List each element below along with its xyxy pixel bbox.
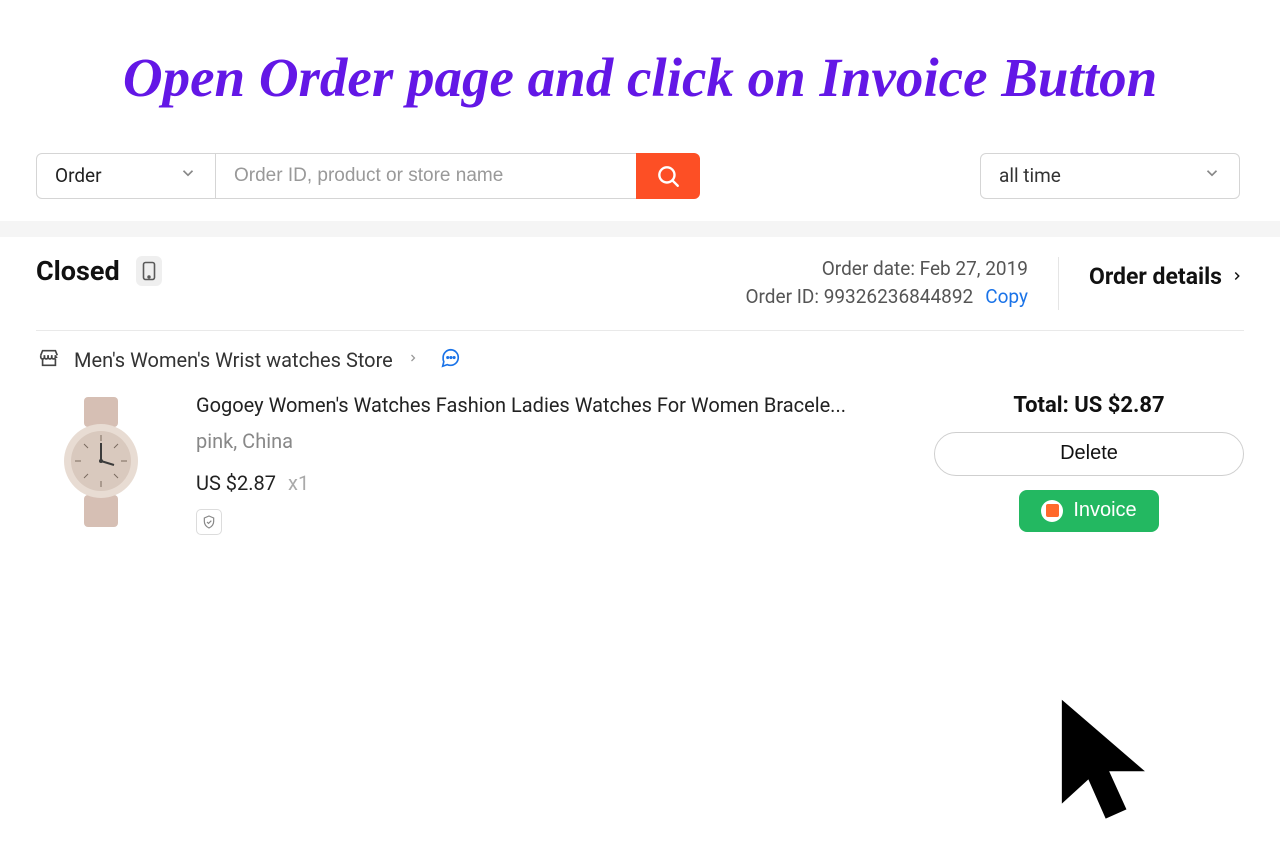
order-id-label: Order ID: (745, 285, 819, 308)
search-type-select[interactable]: Order (36, 153, 216, 199)
invoice-button[interactable]: Invoice (1019, 490, 1158, 532)
cursor-pointer-icon (1048, 694, 1168, 844)
total-label: Total: (1013, 393, 1068, 418)
order-id-row: Order ID: 99326236844892 Copy (745, 283, 1028, 312)
order-header: Closed Order date: Feb 27, 2019 Order ID… (36, 255, 1244, 312)
time-range-select[interactable]: all time (980, 153, 1240, 199)
horizontal-divider (36, 330, 1244, 331)
chevron-right-icon (1230, 266, 1244, 286)
product-row: Gogoey Women's Watches Fashion Ladies Wa… (36, 391, 1244, 535)
order-total: Total: US $2.87 (1013, 393, 1164, 418)
chat-icon[interactable] (439, 347, 461, 373)
product-variant: pink, China (196, 429, 904, 453)
total-value: US $2.87 (1074, 393, 1164, 418)
unit-price: US $2.87 (196, 471, 276, 495)
order-card: Closed Order date: Feb 27, 2019 Order ID… (0, 237, 1280, 535)
product-info: Gogoey Women's Watches Fashion Ladies Wa… (196, 391, 904, 535)
order-meta: Order date: Feb 27, 2019 Order ID: 99326… (745, 255, 1028, 312)
vertical-divider (1058, 257, 1059, 310)
store-row: Men's Women's Wrist watches Store (36, 347, 1244, 373)
order-date-label: Order date: (822, 257, 915, 280)
time-range-label: all time (999, 164, 1061, 187)
chevron-down-icon (179, 164, 197, 187)
order-details-link[interactable]: Order details (1089, 255, 1244, 290)
copy-order-id-link[interactable]: Copy (985, 283, 1028, 312)
orders-toolbar: Order all time (0, 153, 1280, 217)
quantity: x1 (288, 471, 309, 495)
chevron-right-icon (407, 350, 419, 370)
store-icon (38, 347, 60, 373)
product-image[interactable] (36, 391, 166, 531)
section-divider (0, 221, 1280, 237)
delete-button[interactable]: Delete (934, 432, 1244, 476)
store-name-link[interactable]: Men's Women's Wrist watches Store (74, 348, 393, 372)
invoice-badge-icon (1041, 500, 1063, 522)
page-title: Open Order page and click on Invoice But… (40, 44, 1240, 113)
order-date-value: Feb 27, 2019 (920, 257, 1028, 280)
order-details-label: Order details (1089, 263, 1222, 290)
order-actions-column: Total: US $2.87 Delete Invoice (934, 391, 1244, 532)
order-date-row: Order date: Feb 27, 2019 (745, 255, 1028, 284)
product-title-link[interactable]: Gogoey Women's Watches Fashion Ladies Wa… (196, 393, 904, 417)
buyer-protection-icon (196, 509, 222, 535)
search-input[interactable] (216, 153, 636, 199)
invoice-button-label: Invoice (1073, 499, 1136, 522)
search-type-label: Order (55, 164, 102, 187)
order-status: Closed (36, 255, 120, 287)
search-input-wrap (216, 153, 636, 199)
order-status-wrap: Closed (36, 255, 162, 287)
order-id-value: 99326236844892 (824, 285, 974, 308)
mobile-icon (136, 256, 162, 286)
order-header-right: Order date: Feb 27, 2019 Order ID: 99326… (745, 255, 1244, 312)
search-icon (655, 163, 681, 189)
search-filter-group: Order (36, 153, 700, 199)
search-button[interactable] (636, 153, 700, 199)
price-line: US $2.87 x1 (196, 471, 904, 495)
chevron-down-icon (1203, 164, 1221, 187)
